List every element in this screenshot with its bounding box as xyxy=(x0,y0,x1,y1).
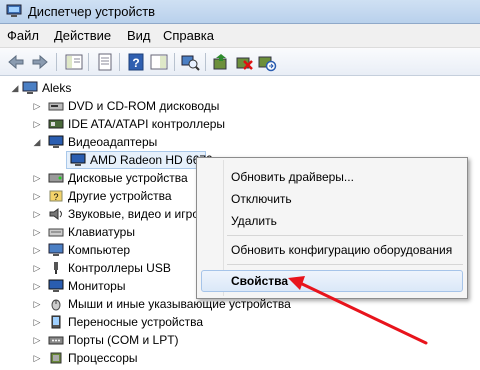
tree-category[interactable]: ▷ Компьютер xyxy=(0,241,196,259)
tree-category[interactable]: ▷ Процессоры xyxy=(0,349,300,367)
svg-text:?: ? xyxy=(132,56,139,70)
expand-arrow-icon[interactable]: ▷ xyxy=(32,187,42,205)
svg-text:?: ? xyxy=(53,192,58,202)
tree-category-expanded[interactable]: ◢ Видеоадаптеры xyxy=(0,133,300,151)
category-label: Видеоадаптеры xyxy=(68,135,158,149)
category-label: Контроллеры USB xyxy=(68,261,171,275)
expand-arrow-icon[interactable]: ▷ xyxy=(32,313,42,331)
disable-device-icon[interactable] xyxy=(257,52,277,72)
tree-category[interactable]: ▷ Звуковые, видео и игровые устройства xyxy=(0,205,196,223)
expand-arrow-icon[interactable]: ▷ xyxy=(32,97,42,115)
tree-category[interactable]: ▷ ? Другие устройства xyxy=(0,187,196,205)
expand-arrow-icon[interactable]: ▷ xyxy=(32,169,42,187)
properties-icon[interactable] xyxy=(95,52,115,72)
tree-device-selected[interactable]: AMD Radeon HD 6670 xyxy=(0,151,213,169)
port-icon xyxy=(48,336,64,345)
menu-separator xyxy=(227,264,463,265)
category-label: Компьютер xyxy=(68,243,131,257)
device-manager-icon xyxy=(6,4,22,17)
category-label: Переносные устройства xyxy=(68,315,204,329)
tree-root[interactable]: ◢ Aleks xyxy=(0,79,200,97)
mouse-icon xyxy=(51,299,61,311)
display-adapter-icon xyxy=(70,153,86,166)
collapse-arrow-icon[interactable]: ◢ xyxy=(10,79,20,97)
category-label: Клавиатуры xyxy=(68,225,135,239)
category-label: Порты (COM и LPT) xyxy=(68,333,179,347)
update-driver-icon[interactable] xyxy=(211,52,231,72)
menu-action[interactable]: Действие xyxy=(54,28,111,43)
menu-item-uninstall[interactable]: Удалить xyxy=(231,214,277,228)
tree-category[interactable]: ▷ Контроллеры USB xyxy=(0,259,196,277)
window-title: Диспетчер устройств xyxy=(28,4,156,19)
menu-item-scan-hardware[interactable]: Обновить конфигурацию оборудования xyxy=(231,243,452,257)
action-pane-icon[interactable] xyxy=(149,52,169,72)
category-label: Процессоры xyxy=(68,351,138,365)
toolbar-separator xyxy=(88,53,89,71)
toolbar-separator xyxy=(205,53,206,71)
device-label: AMD Radeon HD 6670 xyxy=(90,153,213,167)
keyboard-icon xyxy=(48,228,64,237)
expand-arrow-icon[interactable]: ▷ xyxy=(32,349,42,367)
disk-drive-icon xyxy=(48,173,64,183)
category-label: DVD и CD-ROM дисководы xyxy=(68,99,220,113)
toolbar-separator xyxy=(119,53,120,71)
processor-icon xyxy=(50,352,62,364)
expand-arrow-icon[interactable]: ▷ xyxy=(32,331,42,349)
usb-controller-icon xyxy=(54,262,58,274)
expand-arrow-icon[interactable]: ▷ xyxy=(32,223,42,241)
category-label: Другие устройства xyxy=(68,189,172,203)
expand-arrow-icon[interactable]: ▷ xyxy=(32,259,42,277)
expand-arrow-icon[interactable]: ▷ xyxy=(32,205,42,223)
title-bar: Диспетчер устройств xyxy=(0,0,480,24)
computer-icon xyxy=(22,81,38,94)
toolbar: ? xyxy=(0,48,480,76)
expand-arrow-icon[interactable]: ▷ xyxy=(32,115,42,133)
menu-bar: Файл Действие Вид Справка xyxy=(0,24,480,48)
menu-item-update-driver[interactable]: Обновить драйверы... xyxy=(231,170,354,184)
ide-controller-icon xyxy=(48,119,64,129)
context-menu: Обновить драйверы... Отключить Удалить О… xyxy=(196,157,468,299)
expand-arrow-icon[interactable]: ▷ xyxy=(32,241,42,259)
toolbar-separator xyxy=(174,53,175,71)
portable-device-icon xyxy=(51,315,61,329)
show-hide-tree-icon[interactable] xyxy=(64,52,84,72)
tree-category[interactable]: ▷ Порты (COM и LPT) xyxy=(0,331,300,349)
uninstall-icon[interactable] xyxy=(234,52,254,72)
sound-device-icon xyxy=(49,208,62,220)
menu-view[interactable]: Вид xyxy=(127,28,151,43)
expand-arrow-icon[interactable]: ▷ xyxy=(32,277,42,295)
forward-arrow-icon[interactable] xyxy=(30,52,50,72)
menu-file[interactable]: Файл xyxy=(7,28,39,43)
category-label: IDE ATA/ATAPI контроллеры xyxy=(68,117,226,131)
category-label: Звуковые, видео и игровые устройства xyxy=(68,207,196,221)
category-label: Мониторы xyxy=(68,279,126,293)
category-label: Дисковые устройства xyxy=(68,171,188,185)
display-adapter-icon xyxy=(48,135,64,148)
computer-icon xyxy=(48,243,64,256)
root-label: Aleks xyxy=(42,81,72,95)
menu-item-properties[interactable]: Свойства xyxy=(231,274,288,288)
tree-category[interactable]: ▷ DVD и CD-ROM дисководы xyxy=(0,97,300,115)
tree-category[interactable]: ▷ IDE ATA/ATAPI контроллеры xyxy=(0,115,300,133)
menu-item-disable[interactable]: Отключить xyxy=(231,192,292,206)
back-arrow-icon[interactable] xyxy=(6,52,26,72)
menu-separator xyxy=(227,235,463,236)
help-icon[interactable]: ? xyxy=(126,52,146,72)
collapse-arrow-icon[interactable]: ◢ xyxy=(32,133,42,151)
expand-arrow-icon[interactable]: ▷ xyxy=(32,295,42,313)
tree-category[interactable]: ▷ Переносные устройства xyxy=(0,313,300,331)
scan-hardware-icon[interactable] xyxy=(180,52,200,72)
unknown-device-icon: ? xyxy=(49,190,63,202)
dvd-drive-icon xyxy=(48,102,64,111)
menu-help[interactable]: Справка xyxy=(163,28,214,43)
tree-category[interactable]: ▷ Дисковые устройства xyxy=(0,169,196,187)
toolbar-separator xyxy=(56,53,57,71)
monitor-icon xyxy=(48,279,64,292)
tree-category[interactable]: ▷ Клавиатуры xyxy=(0,223,196,241)
